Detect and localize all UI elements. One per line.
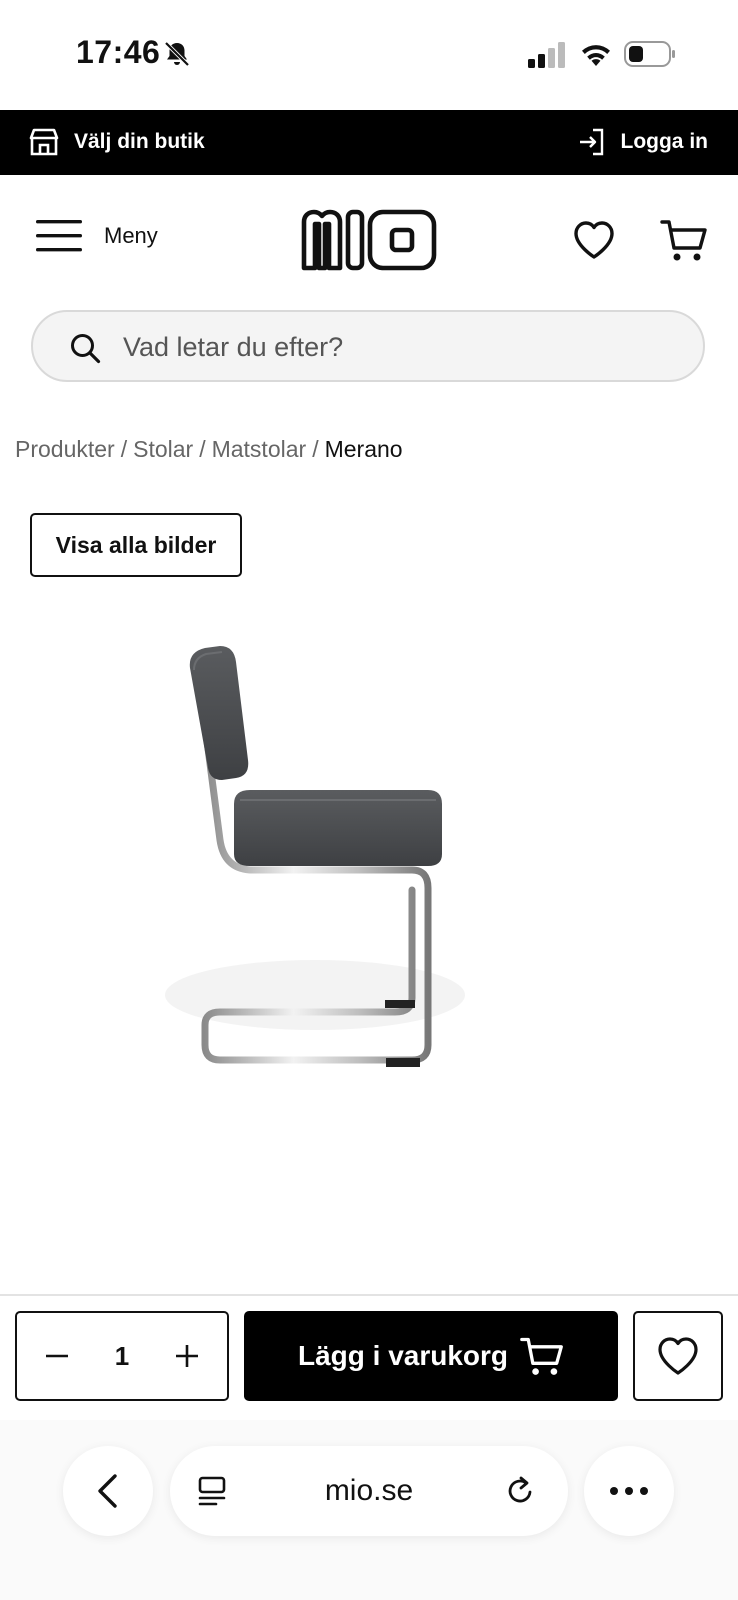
address-bar[interactable]: mio.se <box>170 1446 568 1536</box>
top-bar: Välj din butik Logga in <box>0 110 738 175</box>
product-image[interactable] <box>150 640 490 1100</box>
quantity-value[interactable]: 1 <box>102 1341 142 1372</box>
breadcrumb-separator: / <box>199 436 206 462</box>
status-time: 17:46 <box>76 34 161 70</box>
breadcrumb-item-matstolar[interactable]: Matstolar <box>212 436 307 463</box>
show-all-images-button[interactable]: Visa alla bilder <box>30 513 242 577</box>
breadcrumb: Produkter / Stolar / Matstolar / Merano <box>15 436 403 463</box>
reload-icon[interactable] <box>504 1475 536 1507</box>
increase-quantity-button[interactable] <box>169 1338 205 1374</box>
breadcrumb-separator: / <box>120 436 128 462</box>
add-to-cart-label: Lägg i varukorg <box>297 1340 509 1371</box>
menu-label: Meny <box>104 223 158 248</box>
tab-overview-icon[interactable] <box>196 1475 228 1507</box>
login-icon <box>579 128 603 156</box>
signal-icon <box>528 42 565 68</box>
plus-icon <box>176 1345 198 1367</box>
chevron-left-icon <box>98 1474 117 1508</box>
login-link[interactable]: Logga in <box>577 125 709 159</box>
heart-icon[interactable] <box>572 218 616 262</box>
cart-icon <box>520 1337 563 1375</box>
minus-icon <box>46 1354 68 1358</box>
bell-slash-icon <box>164 41 190 67</box>
search-icon <box>71 334 101 364</box>
quantity-stepper: 1 <box>15 1311 229 1401</box>
cart-icon[interactable] <box>660 216 708 264</box>
decrease-quantity-button[interactable] <box>39 1338 75 1374</box>
search-bar[interactable] <box>31 310 705 382</box>
add-to-cart-button[interactable]: Lägg i varukorg <box>244 1311 618 1401</box>
battery-icon <box>624 41 675 67</box>
mio-logo[interactable] <box>300 208 438 272</box>
browser-toolbar: mio.se <box>0 1420 738 1600</box>
breadcrumb-separator: / <box>312 436 319 462</box>
breadcrumb-item-stolar[interactable]: Stolar <box>133 436 193 463</box>
breadcrumb-current: Merano <box>324 436 403 462</box>
status-bar: 17:46 <box>0 0 738 108</box>
add-to-wishlist-button[interactable] <box>633 1311 723 1401</box>
heart-icon <box>658 1337 698 1375</box>
choose-store-label: Välj din butik <box>74 130 205 153</box>
menu-button[interactable]: Meny <box>34 218 158 254</box>
hamburger-icon <box>36 220 82 252</box>
login-label: Logga in <box>620 130 709 153</box>
search-input[interactable] <box>121 312 685 382</box>
purchase-bar-divider <box>0 1294 738 1296</box>
store-icon <box>29 128 59 156</box>
back-button[interactable] <box>63 1446 153 1536</box>
breadcrumb-item-produkter[interactable]: Produkter <box>15 436 115 463</box>
more-dots-icon <box>610 1487 648 1495</box>
choose-store-link[interactable]: Välj din butik <box>28 125 205 159</box>
more-options-button[interactable] <box>584 1446 674 1536</box>
wifi-icon <box>582 45 610 66</box>
